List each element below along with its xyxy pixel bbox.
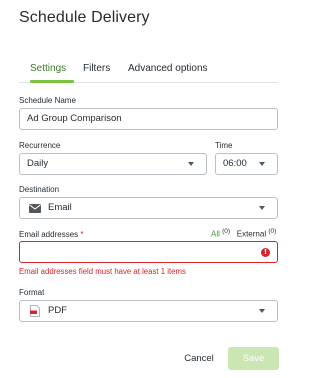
chevron-down-icon	[259, 309, 265, 313]
recurrence-select[interactable]: Daily	[19, 153, 207, 175]
destination-value: Email	[48, 202, 72, 213]
chevron-down-icon	[259, 162, 265, 166]
format-value: PDF	[48, 305, 67, 316]
schedule-delivery-dialog: Schedule Delivery Settings Filters Advan…	[0, 0, 298, 378]
destination-label: Destination	[19, 185, 60, 194]
format-select[interactable]: PDF	[19, 300, 278, 322]
time-value: 06:00	[223, 158, 247, 169]
required-marker: *	[80, 230, 84, 239]
recipient-filter: All (0) External (0)	[211, 228, 276, 239]
external-recipients-link[interactable]: External	[237, 230, 266, 239]
email-addresses-label-text: Email addresses	[19, 230, 79, 239]
email-addresses-input[interactable]: !	[19, 241, 278, 263]
dialog-title: Schedule Delivery	[19, 9, 150, 26]
active-tab-indicator	[30, 80, 74, 83]
tab-advanced-options[interactable]: Advanced options	[128, 63, 208, 74]
chevron-down-icon	[259, 206, 265, 210]
email-error-message: Email addresses field must have at least…	[19, 267, 186, 276]
pdf-icon	[30, 305, 40, 317]
format-label: Format	[19, 288, 45, 297]
error-icon: !	[261, 248, 270, 257]
email-icon	[29, 204, 41, 213]
tab-settings[interactable]: Settings	[30, 63, 66, 74]
chevron-down-icon	[188, 162, 194, 166]
tab-filters[interactable]: Filters	[83, 63, 110, 74]
recurrence-value: Daily	[27, 158, 49, 169]
all-count: (0)	[222, 228, 231, 235]
schedule-name-input[interactable]: Ad Group Comparison	[19, 108, 278, 130]
all-recipients-link[interactable]: All	[211, 230, 220, 239]
external-count: (0)	[268, 228, 277, 235]
cancel-button[interactable]: Cancel	[176, 348, 222, 370]
email-addresses-label: Email addresses *	[19, 230, 84, 239]
time-label: Time	[215, 141, 233, 150]
tab-bar: Settings Filters Advanced options	[19, 60, 278, 83]
recurrence-label: Recurrence	[19, 141, 61, 150]
schedule-name-label: Schedule Name	[19, 96, 76, 105]
destination-select[interactable]: Email	[19, 197, 278, 219]
save-button[interactable]: Save	[228, 347, 279, 370]
time-select[interactable]: 06:00	[215, 153, 278, 175]
